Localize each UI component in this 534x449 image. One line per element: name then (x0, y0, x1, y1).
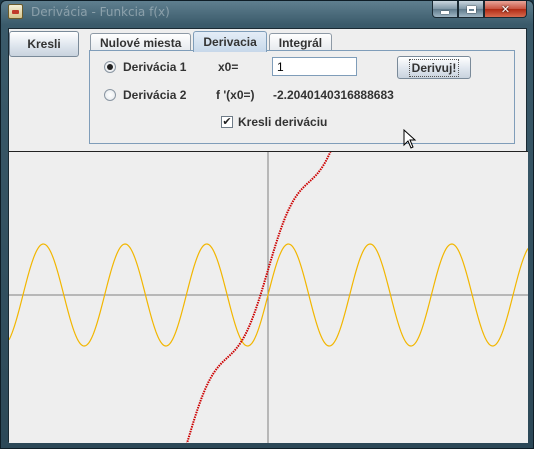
plot-area[interactable] (8, 147, 529, 447)
maximize-button[interactable] (458, 1, 484, 18)
radio-derivacia-1[interactable] (104, 61, 116, 73)
close-icon: ✕ (500, 2, 511, 16)
tab-derivacia[interactable]: Derivacia (193, 31, 267, 52)
main-window: Derivácia - Funkcia f(x) ✕ Kresli Nulové… (0, 0, 534, 449)
tab-bar: Nulové miesta Derivacia Integrál (90, 31, 334, 52)
fprime-value: -2.2040140316888683 (273, 88, 394, 102)
window-title: Derivácia - Funkcia f(x) (31, 5, 170, 19)
window-controls: ✕ (432, 1, 527, 19)
radio-derivacia-2-label[interactable]: Derivácia 2 (123, 88, 186, 102)
x0-input[interactable] (272, 57, 357, 76)
fprime-label: f '(x0=) (216, 88, 255, 102)
minimize-button[interactable] (432, 1, 458, 18)
radio-derivacia-1-label[interactable]: Derivácia 1 (123, 60, 186, 74)
client-area: Kresli Nulové miesta Derivacia Integrál … (8, 28, 529, 447)
kresli-derivaciu-checkbox[interactable]: ✔ (221, 116, 233, 128)
java-cup-icon[interactable] (8, 4, 23, 19)
close-button[interactable]: ✕ (484, 1, 527, 18)
derivuj-button-label: Derivuj! (408, 58, 460, 77)
kresli-derivaciu-label[interactable]: Kresli deriváciu (238, 115, 327, 129)
maximize-icon (466, 5, 476, 13)
title-bar[interactable]: Derivácia - Funkcia f(x) ✕ (1, 1, 533, 23)
plot-canvas (8, 147, 529, 447)
derivacia-panel: Derivácia 1 x0= Derivuj! Derivácia 2 f '… (89, 50, 515, 144)
kresli-button[interactable]: Kresli (9, 31, 79, 57)
minimize-icon (441, 10, 449, 14)
derivative-curve (185, 147, 333, 447)
mouse-pointer-icon (403, 129, 417, 149)
derivuj-button[interactable]: Derivuj! (397, 56, 471, 79)
radio-derivacia-2[interactable] (104, 89, 116, 101)
x0-label: x0= (218, 60, 239, 74)
